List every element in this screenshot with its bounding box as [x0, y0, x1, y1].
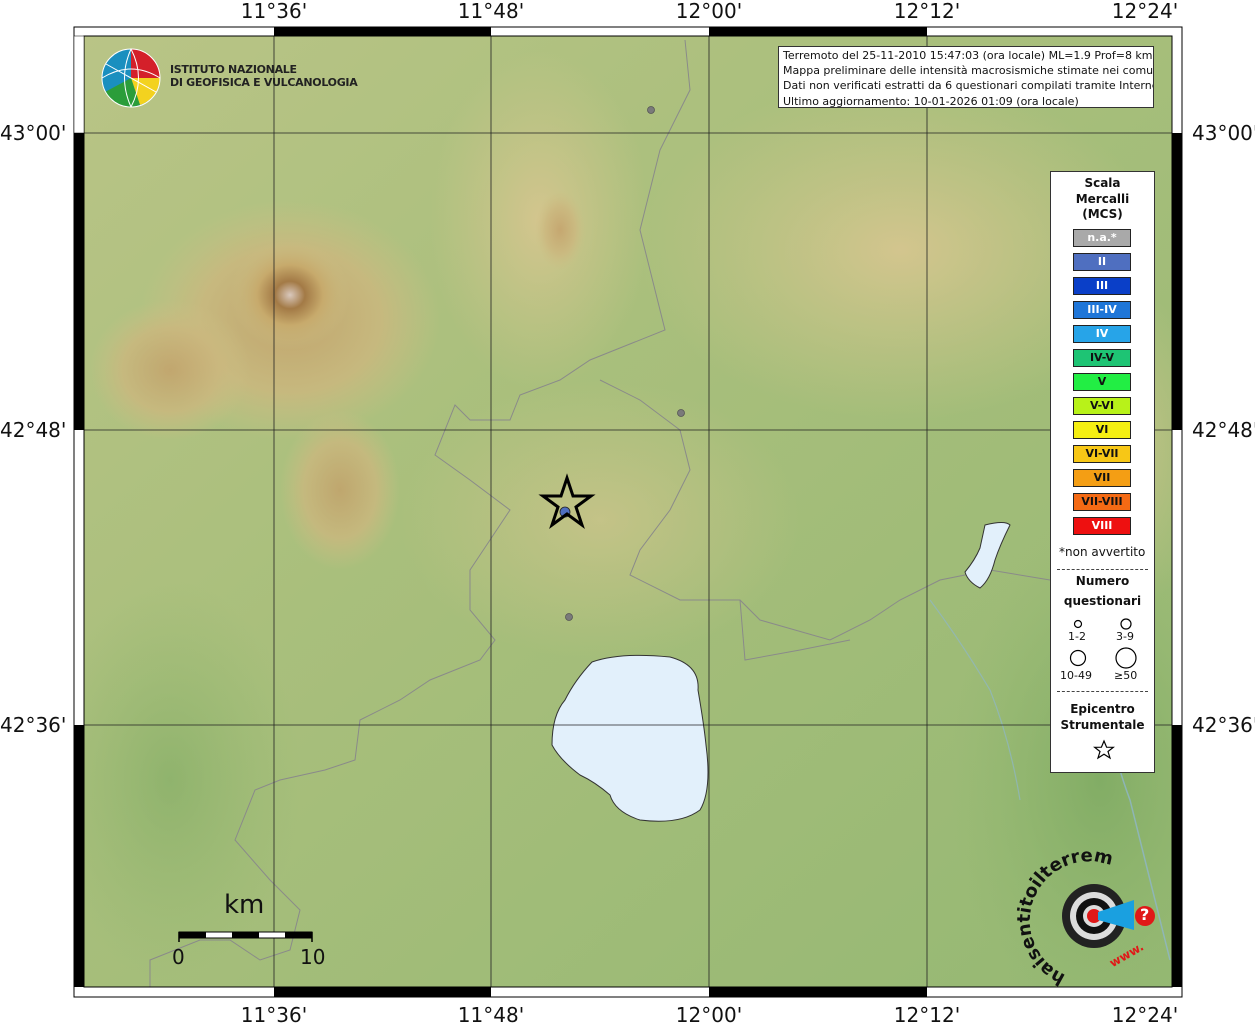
tick-left-2: 42°48' — [0, 418, 67, 442]
legend-separator-2 — [1057, 691, 1148, 692]
epicenter-title-line1: Epicentro — [1070, 702, 1135, 716]
legend-title-line1: Scala — [1084, 176, 1121, 190]
tick-top-1: 11°36' — [240, 0, 308, 23]
count-title-line2: questionari — [1063, 594, 1142, 608]
locality-dot — [677, 409, 685, 417]
tick-bottom-2: 11°48' — [457, 1003, 525, 1027]
epicenter-title-line2: Strumentale — [1060, 718, 1145, 732]
tick-top-2: 11°48' — [457, 0, 525, 23]
count-label-3-9: 3-9 — [1116, 630, 1134, 643]
locality-dot — [647, 106, 655, 114]
tick-bottom-5: 12°24' — [1111, 1003, 1179, 1027]
tick-right-1: 43°00' — [1192, 121, 1255, 145]
count-label-1-2: 1-2 — [1068, 630, 1086, 643]
legend-swatch-vii: VII — [1073, 469, 1131, 487]
legend-swatch-vii-viii: VII-VIII — [1073, 493, 1131, 511]
scale-end: 10 — [300, 945, 326, 969]
locality-dot — [565, 613, 573, 621]
ingv-logo — [101, 48, 161, 108]
scale-unit: km — [224, 890, 265, 920]
tick-bottom-4: 12°12' — [893, 1003, 961, 1027]
event-info-line3: Dati non verificati estratti da 6 questi… — [783, 79, 1154, 93]
haisentito-question: ? — [1140, 905, 1150, 924]
legend-swatch-iii: III — [1073, 277, 1131, 295]
legend-swatch-viii: VIII — [1073, 517, 1131, 535]
legend-swatch-vi: VI — [1073, 421, 1131, 439]
tick-top-3: 12°00' — [675, 0, 743, 23]
tick-left-1: 43°00' — [0, 121, 67, 145]
tick-bottom-1: 11°36' — [240, 1003, 308, 1027]
count-circles — [1069, 618, 1137, 669]
tick-bottom-3: 12°00' — [675, 1003, 743, 1027]
tick-right-2: 42°48' — [1192, 418, 1255, 442]
legend-separator — [1057, 569, 1148, 570]
event-info-line1: Terremoto del 25-11-2010 15:47:03 (ora l… — [783, 49, 1153, 62]
count-label-50: ≥50 — [1114, 669, 1138, 682]
tick-top-5: 12°24' — [1111, 0, 1179, 23]
tick-top-4: 12°12' — [893, 0, 961, 23]
legend-swatch-v-vi: V-VI — [1073, 397, 1131, 415]
event-info-line2: Mappa preliminare delle intensità macros… — [783, 64, 1154, 78]
event-info-line4: Ultimo aggiornamento: 10-01-2026 01:09 (… — [783, 94, 1079, 108]
mcs-legend: Scala Mercalli (MCS) n.a.* II III III-IV IV I… — [1050, 171, 1155, 773]
legend-na-note: *non avvertito — [1059, 545, 1146, 559]
legend-title-line2: Mercalli — [1075, 191, 1130, 206]
institute-name: ISTITUTO NAZIONALE DI GEOFISICA E VULCAN… — [170, 63, 358, 89]
legend-swatch-ii: II — [1073, 253, 1131, 271]
count-label-10-49: 10-49 — [1060, 669, 1092, 682]
tick-right-3: 42°36' — [1192, 713, 1255, 737]
legend-swatch-iii-iv: III-IV — [1073, 301, 1131, 319]
tick-left-3: 42°36' — [0, 713, 67, 737]
count-title-line1: Numero — [1075, 574, 1130, 588]
legend-swatch-iv: IV — [1073, 325, 1131, 343]
institute-line2: DI GEOFISICA E VULCANOLOGIA — [170, 76, 358, 89]
legend-title-line3: (MCS) — [1082, 207, 1123, 221]
event-info-box: Terremoto del 25-11-2010 15:47:03 (ora l… — [778, 46, 1154, 108]
scale-start: 0 — [172, 945, 185, 969]
epicenter-legend-icon — [1093, 739, 1115, 760]
legend-title: Scala Mercalli (MCS) — [1051, 176, 1154, 223]
legend-swatch-iv-v: IV-V — [1073, 349, 1131, 367]
legend-swatch-v: V — [1073, 373, 1131, 391]
legend-swatch-vi-vii: VI-VII — [1073, 445, 1131, 463]
legend-swatch-n-a: n.a.* — [1073, 229, 1131, 247]
institute-line1: ISTITUTO NAZIONALE — [170, 63, 297, 76]
